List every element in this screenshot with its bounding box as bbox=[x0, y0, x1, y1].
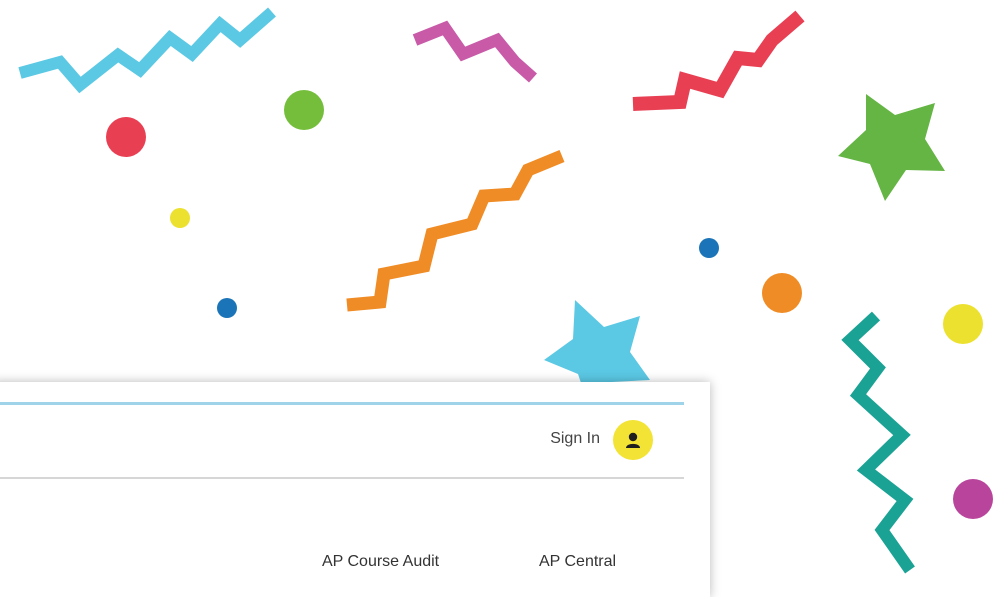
nav-link-ap-course-audit[interactable]: AP Course Audit bbox=[322, 553, 439, 571]
confetti-yellow-dot-right bbox=[943, 304, 983, 344]
confetti-blue-zigzag bbox=[18, 7, 276, 94]
top-accent-rule bbox=[0, 402, 684, 405]
confetti-orange-dot bbox=[762, 273, 802, 313]
confetti-red-dot bbox=[106, 117, 146, 157]
confetti-green-star bbox=[838, 94, 945, 201]
website-header-card: Sign In AP Course Audit AP Central bbox=[0, 382, 710, 597]
user-account-icon bbox=[626, 432, 640, 448]
confetti-yellow-dot bbox=[170, 208, 190, 228]
account-avatar-button[interactable] bbox=[613, 420, 653, 460]
confetti-teal-zigzag bbox=[841, 311, 915, 574]
confetti-navy-dot bbox=[217, 298, 237, 318]
confetti-magenta-zigzag bbox=[412, 20, 537, 83]
nav-link-ap-central[interactable]: AP Central bbox=[539, 553, 616, 571]
confetti-orange-zigzag bbox=[346, 149, 565, 312]
confetti-purple-dot bbox=[953, 479, 993, 519]
header-divider bbox=[0, 477, 684, 479]
confetti-green-dot bbox=[284, 90, 324, 130]
sign-in-link[interactable]: Sign In bbox=[550, 430, 600, 448]
confetti-navy-dot-right bbox=[699, 238, 719, 258]
confetti-red-zigzag bbox=[632, 10, 805, 111]
